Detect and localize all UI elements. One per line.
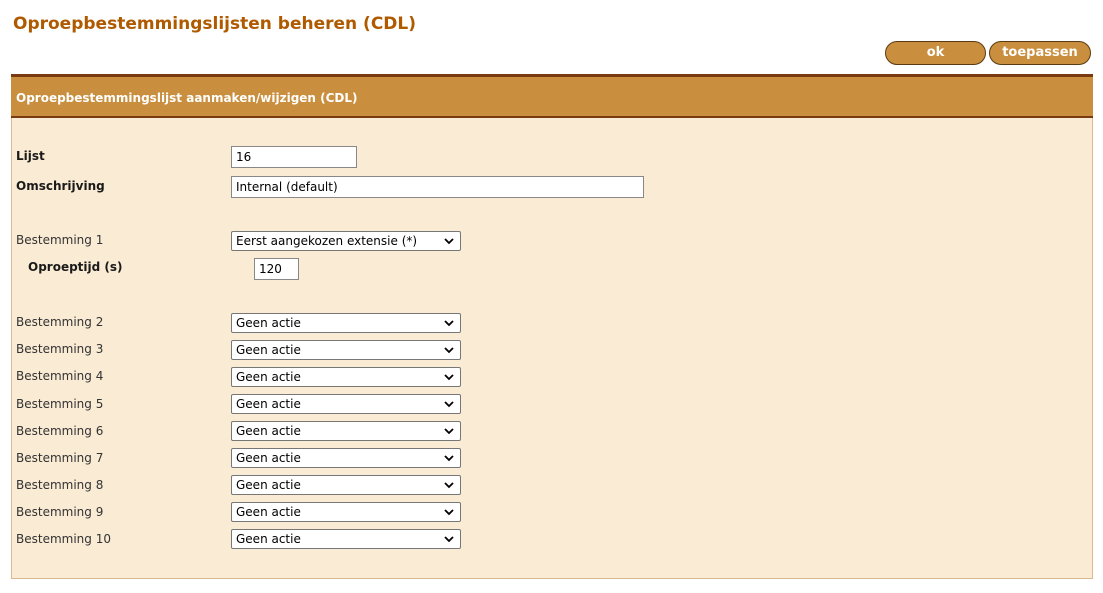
- destination-5-value: Geen actie: [236, 397, 301, 411]
- destination-1-label: Bestemming 1: [16, 233, 104, 247]
- destination-6-value: Geen actie: [236, 424, 301, 438]
- destination-10-value: Geen actie: [236, 532, 301, 546]
- description-label: Omschrijving: [16, 179, 105, 193]
- description-input[interactable]: [231, 176, 644, 198]
- cdl-edit-panel: Oproepbestemmingslijst aanmaken/wijzigen…: [11, 74, 1093, 579]
- chevron-down-icon: [444, 320, 454, 327]
- destination-7-value: Geen actie: [236, 451, 301, 465]
- destination-3-select[interactable]: Geen actie: [231, 340, 461, 360]
- destination-10-select[interactable]: Geen actie: [231, 529, 461, 549]
- ring-time-label: Oproeptijd (s): [28, 260, 123, 274]
- ring-time-input[interactable]: [254, 258, 299, 280]
- apply-button[interactable]: toepassen: [989, 41, 1091, 65]
- chevron-down-icon: [444, 455, 454, 462]
- destination-4-value: Geen actie: [236, 370, 301, 384]
- chevron-down-icon: [444, 509, 454, 516]
- chevron-down-icon: [444, 238, 454, 245]
- chevron-down-icon: [444, 428, 454, 435]
- panel-title: Oproepbestemmingslijst aanmaken/wijzigen…: [16, 91, 358, 105]
- destination-8-value: Geen actie: [236, 478, 301, 492]
- destination-2-select[interactable]: Geen actie: [231, 313, 461, 333]
- destination-5-label: Bestemming 5: [16, 397, 104, 411]
- destination-8-select[interactable]: Geen actie: [231, 475, 461, 495]
- destination-3-value: Geen actie: [236, 343, 301, 357]
- list-label: Lijst: [16, 149, 45, 163]
- destination-4-label: Bestemming 4: [16, 369, 104, 383]
- chevron-down-icon: [444, 347, 454, 354]
- destination-1-value: Eerst aangekozen extensie (*): [236, 234, 418, 248]
- destination-2-value: Geen actie: [236, 316, 301, 330]
- destination-1-select[interactable]: Eerst aangekozen extensie (*): [231, 231, 461, 251]
- destination-10-label: Bestemming 10: [16, 532, 111, 546]
- destination-7-label: Bestemming 7: [16, 451, 104, 465]
- page-title: Oproepbestemmingslijsten beheren (CDL): [13, 14, 417, 34]
- destination-9-select[interactable]: Geen actie: [231, 502, 461, 522]
- destination-5-select[interactable]: Geen actie: [231, 394, 461, 414]
- chevron-down-icon: [444, 482, 454, 489]
- list-input[interactable]: [231, 146, 357, 168]
- destination-2-label: Bestemming 2: [16, 315, 104, 329]
- destination-3-label: Bestemming 3: [16, 342, 104, 356]
- destination-9-label: Bestemming 9: [16, 505, 104, 519]
- destination-9-value: Geen actie: [236, 505, 301, 519]
- destination-4-select[interactable]: Geen actie: [231, 367, 461, 387]
- destination-6-select[interactable]: Geen actie: [231, 421, 461, 441]
- destination-7-select[interactable]: Geen actie: [231, 448, 461, 468]
- chevron-down-icon: [444, 401, 454, 408]
- chevron-down-icon: [444, 374, 454, 381]
- destination-6-label: Bestemming 6: [16, 424, 104, 438]
- destination-8-label: Bestemming 8: [16, 478, 104, 492]
- chevron-down-icon: [444, 536, 454, 543]
- panel-header: Oproepbestemmingslijst aanmaken/wijzigen…: [11, 74, 1093, 118]
- ok-button[interactable]: ok: [885, 41, 986, 65]
